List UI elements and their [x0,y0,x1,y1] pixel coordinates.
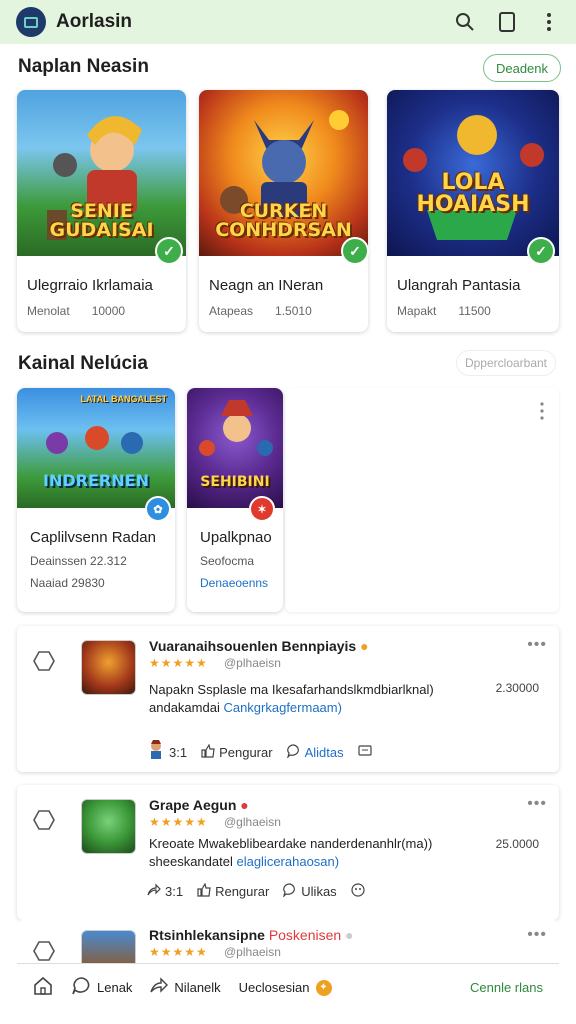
hexagon-icon[interactable] [33,650,55,672]
game-thumbnail: SEHIBINI [187,388,283,508]
avatar[interactable] [81,799,136,854]
verified-icon: ● [360,638,369,654]
thumbs-up-icon [201,743,215,761]
post-text: Kreoate Mwakeblibeardake nanderdenanhlr(… [149,836,433,869]
post-handle: @plhaeisn [224,656,281,670]
reaction-action[interactable]: Rengurar [197,882,269,900]
post-text: Napakn Ssplasle ma Ikesafarhandslkmdbiar… [149,682,434,715]
app-bar: Aorlasin [0,0,576,44]
game-meta-1: Deainssen 22.312 [30,554,127,568]
comment-icon [283,883,297,900]
emoji-icon[interactable] [351,883,365,900]
thumbnail-title: LOLA HOAIASH [416,170,530,217]
thumbnail-title: SEHIBINI [200,474,270,490]
game-name: Upalkpnao [200,529,272,546]
thumbnail-subtitle: LATAL BANGALEST [80,394,168,404]
more-horiz-icon[interactable]: ••• [527,795,547,813]
thumbs-up-icon [197,882,211,900]
reaction-action[interactable]: Pengurar [201,743,273,761]
bookmark-icon[interactable] [496,11,518,33]
nav-item-1[interactable]: Lenak [71,976,132,999]
game-thumbnail: CURKEN CONHDRSAN [199,90,368,256]
small-card-2[interactable]: SEHIBINI ✶ Upalkpnao Seofocma Denaeoenns [187,388,283,612]
thumbnail-title: SENIE GUDAISAI [49,200,154,241]
section2-action-button[interactable]: Dppercloarbant [456,350,556,376]
verified-icon: ● [240,797,249,813]
post-author: Rtsinhlekansipne Poskenisen ● [149,927,354,943]
post-actions: 3:1 Pengurar Alidtas [147,740,372,765]
bottom-nav-action[interactable]: Cennle rlans [470,980,543,995]
featured-card-3[interactable]: LOLA HOAIASH ✓ Ulangrah Pantasia Mapakt 1… [387,90,559,332]
rating-stars: ★★★★★ [149,945,208,959]
message-icon[interactable] [357,745,372,760]
notification-icon: ✦ [315,979,332,996]
like-action[interactable]: 3:1 [147,740,187,765]
home-nav[interactable] [33,976,53,999]
game-meta-2: Naaiad 29830 [30,576,105,590]
game-meta-1: Seofocma [200,554,255,568]
small-card-1[interactable]: LATAL BANGALEST INDRERNEN ✿ Caplilvsenn … [17,388,175,612]
app-title: Aorlasin [56,11,133,32]
search-icon[interactable] [454,11,476,33]
featured-card-1[interactable]: SENIE GUDAISAI ✓ Ulegrraio Ikrlamaia Men… [17,90,186,332]
verified-check-icon: ✓ [155,237,183,265]
post-handle: @plhaeisn [224,945,281,959]
more-vert-icon[interactable] [538,11,560,33]
game-meta: Atapeas 1.5010 [209,304,312,318]
more-vert-icon[interactable] [539,402,545,425]
hexagon-icon[interactable] [33,809,55,831]
thumbnail-title: INDRERNEN [43,471,149,490]
post-count: 25.0000 [495,837,539,851]
verified-check-icon: ✓ [527,237,555,265]
post-tag-link[interactable]: elaglicerahaosan) [236,854,339,869]
post-card-1[interactable]: Vuaranaihsouenlen Bennpiayis ● ★★★★★ @pl… [17,626,559,772]
app-logo[interactable] [16,7,46,37]
post-author: Vuaranaihsouenlen Bennpiayis ● [149,638,369,654]
chat-icon [71,976,91,999]
nav-item-2[interactable]: Nilanelk [150,977,221,998]
game-name: Caplilvsenn Radan [30,529,156,546]
rating-stars: ★★★★★ [149,656,208,670]
more-horiz-icon[interactable]: ••• [527,926,547,944]
more-horiz-icon[interactable]: ••• [527,636,547,654]
nav-item-3[interactable]: Ueclosesian ✦ [239,979,332,996]
game-meta: Mapakt 11500 [397,304,491,318]
character-icon [147,740,165,765]
post-handle: @glhaeisn [224,815,281,829]
empty-panel [285,388,559,612]
featured-card-2[interactable]: CURKEN CONHDRSAN ✓ Neagn an INeran Atape… [199,90,369,332]
comment-action[interactable]: Ulikas [283,883,337,900]
game-name: Ulangrah Pantasia [397,277,521,294]
verified-icon: ● [345,927,354,943]
post-actions: 3:1 Rengurar Ulikas [147,882,365,900]
post-card-2[interactable]: Grape Aegun ● ★★★★★ @glhaeisn ••• Kreoat… [17,785,559,920]
avatar[interactable] [81,640,136,695]
section-title-new: Kainal Nelúcia [18,353,148,374]
bottom-nav: Lenak Nilanelk Ueclosesian ✦ Cennle rlan… [17,963,559,1011]
section1-action-button[interactable]: Deadenk [483,54,561,82]
post-author: Grape Aegun ● [149,797,249,813]
game-thumbnail: LOLA HOAIASH [387,90,559,256]
game-name: Ulegrraio Ikrlamaia [27,277,153,294]
badge-icon: ✿ [145,496,171,522]
share-icon [150,977,169,998]
game-thumbnail: LATAL BANGALEST INDRERNEN [17,388,175,508]
hexagon-icon[interactable] [33,940,55,962]
game-name: Neagn an INeran [209,277,324,294]
share-action[interactable]: 3:1 [147,883,183,900]
badge-icon: ✶ [249,496,275,522]
home-icon [33,976,53,999]
comment-icon [286,744,301,761]
post-count: 2.30000 [495,681,539,695]
game-link[interactable]: Denaeoenns [200,576,268,590]
verified-check-icon: ✓ [341,237,369,265]
rating-stars: ★★★★★ [149,815,208,829]
thumbnail-title: CURKEN CONHDRSAN [215,200,352,241]
section-title-featured: Naplan Neasin [18,56,149,77]
share-icon [147,883,161,900]
post-tag-link[interactable]: Cankgrkagfermaam) [223,700,342,715]
comment-action[interactable]: Alidtas [286,744,344,761]
game-meta: Menolat 10000 [27,304,126,318]
game-thumbnail: SENIE GUDAISAI [17,90,186,256]
